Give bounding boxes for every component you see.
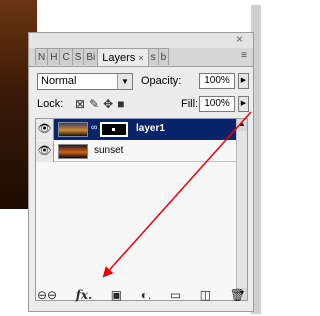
lock-icons: ⊠ ✎ ✥ ■	[75, 97, 124, 111]
panel-close-icon[interactable]: ×	[236, 33, 243, 46]
new-group-icon[interactable]: ▭	[170, 288, 181, 302]
panel-tabs: N H C S Bi Layers × s b	[35, 48, 170, 66]
layer-row-layer1[interactable]: 👁 ∞ layer1	[36, 119, 236, 140]
tab-layers[interactable]: Layers ×	[97, 48, 149, 66]
panel-title-strip[interactable]: ×	[29, 33, 253, 48]
opacity-label: Opacity:	[141, 75, 182, 87]
layer-row-sunset[interactable]: 👁 sunset	[36, 141, 236, 162]
blend-opacity-row: Normal ▼ Opacity: 100% ▶	[37, 73, 249, 91]
opacity-field[interactable]: 100%	[199, 73, 235, 89]
layer-thumbnail	[58, 122, 88, 137]
tab-navigator[interactable]: N	[35, 48, 49, 65]
blend-mode-value: Normal	[41, 75, 77, 87]
lock-transparency-icon[interactable]: ⊠	[75, 97, 85, 111]
adjustment-layer-icon[interactable]: ◐.	[141, 288, 152, 302]
chevron-down-icon[interactable]: ▼	[117, 74, 132, 89]
blend-mode-select[interactable]: Normal ▼	[37, 73, 133, 90]
opacity-slider-button[interactable]: ▶	[238, 73, 249, 89]
layers-scrollbar[interactable]: ▲ ▼	[236, 119, 247, 300]
tab-brushes[interactable]: Bi	[83, 48, 99, 65]
fill-slider-button[interactable]: ▶	[238, 96, 249, 112]
panel-body: Normal ▼ Opacity: 100% ▶ Lock: ⊠ ✎ ✥ ■ F…	[29, 66, 253, 311]
layer-mask-thumbnail[interactable]	[100, 122, 128, 137]
tab-collapsed-2[interactable]: b	[157, 48, 170, 65]
add-mask-icon[interactable]: ▣	[111, 288, 122, 302]
eye-icon[interactable]: 👁	[36, 119, 54, 140]
new-layer-icon[interactable]: ◫	[200, 288, 211, 302]
layer-thumbnail	[58, 144, 88, 159]
link-layers-icon[interactable]: ⊖⊖	[37, 288, 57, 302]
layer-name: layer1	[136, 123, 165, 134]
trash-icon[interactable]: 🗑	[230, 288, 245, 302]
panel-menu-icon[interactable]: ≡	[241, 51, 247, 61]
lock-fill-row: Lock: ⊠ ✎ ✥ ■ Fill: 100% ▶	[37, 96, 249, 114]
layers-bottom-toolbar: ⊖⊖ fx. ▣ ◐. ▭ ◫ 🗑	[37, 287, 245, 303]
lock-all-icon[interactable]: ■	[117, 97, 124, 111]
fill-label: Fill:	[181, 98, 199, 110]
lock-label: Lock:	[37, 98, 64, 110]
scroll-up-icon[interactable]: ▲	[237, 119, 247, 131]
fx-icon[interactable]: fx.	[76, 288, 93, 302]
fill-field[interactable]: 100%	[199, 96, 235, 112]
lock-image-icon[interactable]: ✎	[89, 97, 99, 111]
link-icon[interactable]: ∞	[91, 122, 97, 132]
tab-layers-label: Layers	[102, 51, 136, 64]
tab-histogram[interactable]: H	[47, 48, 61, 65]
eye-icon[interactable]: 👁	[36, 141, 54, 162]
tab-close-icon[interactable]: ×	[138, 53, 143, 63]
layer-name: sunset	[94, 145, 124, 156]
lock-position-icon[interactable]: ✥	[103, 97, 113, 111]
tab-color[interactable]: C	[59, 48, 73, 65]
layers-panel: × N H C S Bi Layers × s b ≡ Normal ▼ Opa…	[28, 32, 254, 312]
layers-list: 👁 ∞ layer1 👁 sunset ▲ ▼	[35, 118, 248, 301]
